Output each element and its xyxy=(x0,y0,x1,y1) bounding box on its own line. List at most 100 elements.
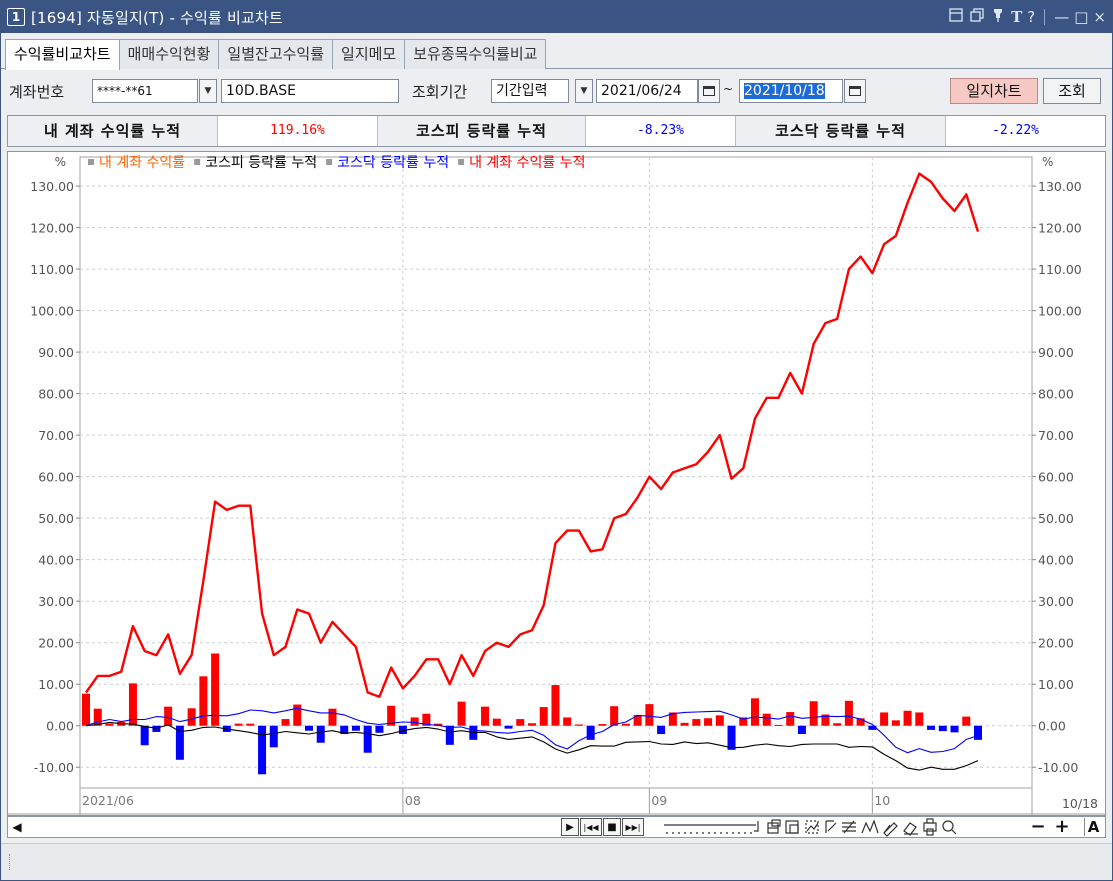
y-tick-label-left: 10.00 xyxy=(38,677,74,692)
close-icon[interactable]: × xyxy=(1093,8,1106,26)
daily-return-bar xyxy=(563,717,572,726)
window-title: [1694] 자동일지(T) - 수익률 비교차트 xyxy=(31,8,284,27)
chevron-down-icon: ▼ xyxy=(204,86,212,96)
tab-holding-return-compare[interactable]: 보유종목수익률비교 xyxy=(404,39,547,69)
zoom-in-icon[interactable]: + xyxy=(1054,818,1070,836)
return-compare-chart[interactable]: %% 130.00 130.00 120.00 120.00 110.00 110.00 10… xyxy=(7,151,1106,816)
date-from-calendar-button[interactable] xyxy=(698,79,720,103)
title-bar-controls: T ? — □ × xyxy=(948,1,1106,33)
copy-window-icon[interactable] xyxy=(969,7,985,27)
date-to-selected-text: 2021/10/18 xyxy=(744,83,825,99)
daily-return-bar xyxy=(727,725,736,750)
calendar-icon xyxy=(703,85,715,96)
play-icon[interactable]: ▶ xyxy=(561,818,579,836)
y-tick-label-left: 20.00 xyxy=(38,636,74,651)
daily-return-bar xyxy=(598,724,607,726)
y-tick-label-left: 110.00 xyxy=(30,262,74,277)
chevron-down-icon: ▼ xyxy=(580,86,588,96)
title-bar[interactable]: 1 [1694] 자동일지(T) - 수익률 비교차트 T ? — □ × xyxy=(1,1,1112,33)
daily-return-bar xyxy=(880,712,889,726)
y-tick-label-right: 130.00 xyxy=(1038,179,1082,194)
tab-return-compare-chart[interactable]: 수익률비교차트 xyxy=(5,39,120,70)
legend-item-3: 코스닥 등락률 누적 xyxy=(337,155,449,171)
print-icon xyxy=(923,818,937,836)
period-label: 조회기간 xyxy=(412,83,468,101)
date-to-field[interactable]: 2021/10/18 xyxy=(739,79,843,103)
tab-journal-memo[interactable]: 일지메모 xyxy=(332,39,406,69)
daily-return-bar xyxy=(457,701,466,726)
daily-return-bar xyxy=(610,706,619,726)
kosdaq-change-label: 코스닥 등락률 누적 xyxy=(736,116,946,146)
magnifier-icon xyxy=(942,820,957,835)
maximize-icon[interactable]: □ xyxy=(1074,8,1088,26)
account-name-field[interactable]: 10D.BASE xyxy=(221,79,399,103)
y-tick-label-left: 120.00 xyxy=(30,221,74,236)
kospi-change-label: 코스피 등락률 누적 xyxy=(378,116,586,146)
daily-return-bar xyxy=(833,723,842,726)
daily-return-bar xyxy=(539,707,548,726)
y-tick-label-left: 0.00 xyxy=(46,719,74,734)
account-number-field[interactable]: ****-**61 xyxy=(92,79,198,103)
stop-icon[interactable]: ■ xyxy=(603,818,621,836)
daily-return-bar xyxy=(950,725,959,733)
y-tick-label-right: 120.00 xyxy=(1038,221,1082,236)
daily-return-bar xyxy=(187,708,196,726)
trendline-icon xyxy=(825,820,837,833)
daily-return-bar xyxy=(621,723,630,726)
date-to-calendar-button[interactable] xyxy=(844,79,866,103)
pin-icon[interactable] xyxy=(990,7,1006,27)
daily-return-bar xyxy=(762,713,771,726)
date-from-field[interactable]: 2021/06/24 xyxy=(596,79,698,103)
y-tick-label-left: 80.00 xyxy=(38,387,74,402)
daily-return-bar xyxy=(704,718,713,726)
daily-return-bar xyxy=(410,717,419,726)
legend-item-1: 내 계좌 수익률 xyxy=(99,155,185,171)
y-tick-label-right: 0.00 xyxy=(1038,719,1066,734)
daily-return-bar xyxy=(938,725,947,732)
wave-icon xyxy=(861,819,879,834)
help-icon[interactable]: ? xyxy=(1027,8,1035,26)
tab-trade-profit-status[interactable]: 매매수익현황 xyxy=(118,39,220,69)
summary-row: 내 계좌 수익률 누적 119.16% 코스피 등락률 누적 -8.23% 코스… xyxy=(7,115,1106,147)
title-separator xyxy=(1044,9,1046,25)
y-tick-label-left: 90.00 xyxy=(38,345,74,360)
x-tick-label: 09 xyxy=(651,793,667,808)
zoom-out-icon[interactable]: − xyxy=(1030,818,1046,836)
pencil-icon xyxy=(883,822,898,837)
search-button[interactable]: 조회 xyxy=(1043,78,1101,104)
y-tick-label-left: 30.00 xyxy=(38,594,74,609)
minimize-icon[interactable]: — xyxy=(1054,8,1069,26)
font-icon[interactable]: T xyxy=(1011,8,1022,26)
period-mode-dropdown-button[interactable]: ▼ xyxy=(575,79,593,103)
y-tick-label-left: 130.00 xyxy=(30,179,74,194)
legend-item-2: 코스피 등락률 누적 xyxy=(205,155,317,171)
resize-grip-icon[interactable] xyxy=(9,854,12,870)
chart-svg: % % 130.00 130.00 120.00 120.00 110.00 110.00 10… xyxy=(8,155,1105,815)
tab-daily-balance-return[interactable]: 일별잔고수익률 xyxy=(218,39,334,69)
period-mode-select[interactable]: 기간입력 xyxy=(491,79,569,103)
daily-return-bar xyxy=(516,719,525,726)
first-icon[interactable]: |◀◀ xyxy=(580,818,602,836)
daily-return-bar xyxy=(293,704,302,726)
text-tool-icon[interactable]: A xyxy=(1084,818,1102,836)
daily-return-bar xyxy=(105,723,114,726)
daily-return-bar xyxy=(645,704,654,726)
daily-return-bar xyxy=(375,725,384,733)
last-icon[interactable]: ▶▶| xyxy=(622,818,644,836)
y-tick-label-right: 60.00 xyxy=(1038,470,1074,485)
account-dropdown-button[interactable]: ▼ xyxy=(199,79,217,103)
daily-return-bar xyxy=(234,723,243,726)
y-tick-label-left: 40.00 xyxy=(38,553,74,568)
y-tick-label-right: 80.00 xyxy=(1038,387,1074,402)
fibo-icon xyxy=(842,820,856,834)
x-tick-label: 2021/06 xyxy=(82,793,134,808)
daily-return-bar xyxy=(164,706,173,726)
split-window-icon xyxy=(785,820,799,834)
calendar-icon xyxy=(849,85,861,96)
legend-marker xyxy=(194,159,201,165)
journal-chart-button[interactable]: 일지차트 xyxy=(950,78,1038,104)
y-unit-left: % xyxy=(55,155,66,169)
y-tick-label-right: 20.00 xyxy=(1038,636,1074,651)
window-icon[interactable] xyxy=(948,7,964,27)
scroll-left-icon[interactable]: ◀ xyxy=(10,818,24,836)
